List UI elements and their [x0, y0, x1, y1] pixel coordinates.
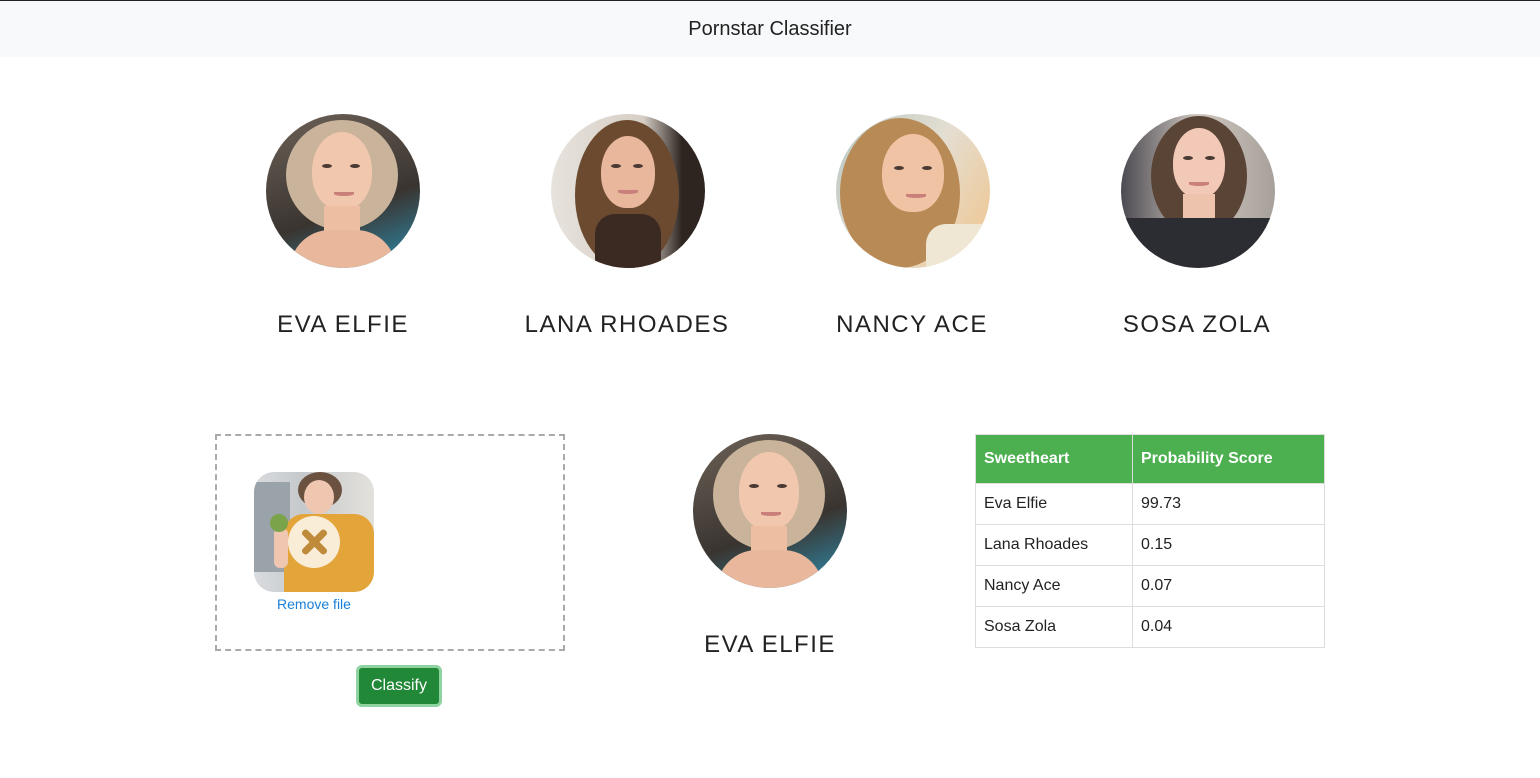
row-name: Lana Rhoades: [975, 524, 1133, 566]
row-score: 99.73: [1132, 483, 1325, 525]
table-row: Sosa Zola 0.04: [975, 606, 1325, 648]
result-avatar: [693, 434, 847, 588]
probability-table: Sweetheart Probability Score Eva Elfie 9…: [975, 434, 1325, 648]
gallery-name-eva-elfie: EVA ELFIE: [277, 311, 409, 338]
row-name: Sosa Zola: [975, 606, 1133, 648]
remove-file-button[interactable]: [288, 516, 340, 568]
row-name: Nancy Ace: [975, 565, 1133, 607]
row-score: 0.15: [1132, 524, 1325, 566]
gallery-name-lana-rhoades: LANA RHOADES: [524, 311, 730, 338]
row-score: 0.07: [1132, 565, 1325, 607]
upload-dropzone[interactable]: Remove file: [215, 434, 565, 651]
gallery-name-sosa-zola: SOSA ZOLA: [1122, 311, 1272, 338]
header-sweetheart: Sweetheart: [975, 434, 1133, 484]
table-row: Lana Rhoades 0.15: [975, 524, 1325, 566]
app-title: Pornstar Classifier: [688, 17, 852, 40]
close-icon: [300, 528, 328, 556]
table-row: Eva Elfie 99.73: [975, 483, 1325, 525]
navbar: Pornstar Classifier: [0, 0, 1540, 57]
uploaded-image-thumbnail: [254, 472, 374, 592]
result-name: EVA ELFIE: [704, 631, 836, 658]
header-probability-score: Probability Score: [1132, 434, 1325, 484]
table-header-row: Sweetheart Probability Score: [975, 434, 1325, 484]
row-name: Eva Elfie: [975, 483, 1133, 525]
row-score: 0.04: [1132, 606, 1325, 648]
table-row: Nancy Ace 0.07: [975, 565, 1325, 607]
nancy-ace-avatar: [836, 114, 990, 268]
classify-button[interactable]: Classify: [356, 665, 442, 707]
remove-file-link[interactable]: Remove file: [254, 596, 374, 612]
sosa-zola-avatar: [1121, 114, 1275, 268]
eva-elfie-avatar: [266, 114, 420, 268]
gallery-name-nancy-ace: NANCY ACE: [836, 311, 988, 338]
lana-rhoades-avatar: [551, 114, 705, 268]
